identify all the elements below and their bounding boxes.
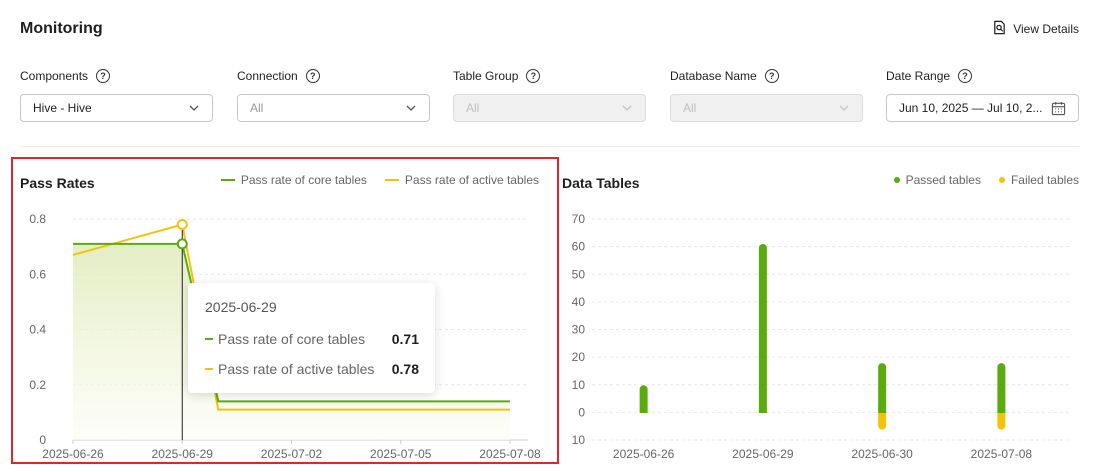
chevron-down-icon — [839, 105, 849, 111]
tooltip-date: 2025-06-29 — [205, 299, 277, 315]
tooltip-row-active: Pass rate of active tables 0.78 — [205, 354, 419, 384]
failed-bar — [878, 413, 887, 430]
question-circle-icon[interactable]: ? — [305, 69, 320, 83]
filter-connection: Connection? All — [237, 68, 430, 122]
tooltip-row-core: Pass rate of core tables 0.71 — [205, 324, 419, 354]
legend-dot-yellow — [998, 177, 1005, 183]
database-name-select[interactable]: All — [670, 94, 863, 122]
question-circle-icon[interactable]: ? — [764, 69, 779, 83]
legend-label: Passed tables — [905, 173, 981, 187]
y-tick-label: 10 — [572, 433, 586, 447]
y-tick-label: 20 — [572, 350, 586, 364]
failed-bar-cap — [878, 413, 887, 417]
passed-bar — [639, 385, 648, 413]
tooltip-label: Pass rate of core tables — [218, 331, 366, 347]
filter-label: Date Range — [886, 69, 951, 83]
y-tick-label: 40 — [572, 295, 586, 309]
passed-bar-base — [997, 409, 1006, 413]
select-value: Jun 10, 2025 — Jul 10, 2... — [899, 101, 1043, 115]
question-circle-icon[interactable]: ? — [958, 69, 973, 83]
pass-rates-legend: Pass rate of core tables Pass rate of ac… — [220, 173, 539, 187]
passed-bar-base — [758, 409, 767, 413]
legend-label: Pass rate of core tables — [240, 173, 367, 187]
legend-label: Pass rate of active tables — [404, 173, 539, 187]
passed-bar — [758, 243, 767, 413]
chevron-down-icon — [189, 105, 199, 111]
select-value: All — [683, 101, 697, 115]
y-tick-label: 70 — [572, 212, 586, 226]
legend-label: Failed tables — [1010, 173, 1079, 187]
filter-components: Components? Hive - Hive — [20, 68, 213, 122]
filter-label: Table Group — [453, 69, 519, 83]
date-range-picker[interactable]: Jun 10, 2025 — Jul 10, 2... — [886, 94, 1079, 122]
filter-label: Connection — [237, 69, 298, 83]
legend-item-active[interactable]: Pass rate of active tables — [384, 173, 539, 187]
view-details-button[interactable]: View Details — [992, 20, 1079, 38]
chevron-down-icon — [406, 105, 416, 111]
question-circle-icon[interactable]: ? — [96, 69, 111, 83]
data-tables-title: Data Tables — [562, 175, 640, 191]
section-divider — [20, 146, 1079, 147]
failed-bar-cap — [997, 413, 1006, 417]
components-select[interactable]: Hive - Hive — [20, 94, 213, 122]
tooltip-marker-green — [205, 338, 213, 340]
data-tables-legend: Passed tables Failed tables — [893, 173, 1079, 187]
filter-bar: Components? Hive - Hive Connection? All … — [20, 68, 1079, 128]
select-value: All — [250, 101, 264, 115]
select-value: Hive - Hive — [33, 101, 92, 115]
y-tick-label: 0 — [578, 405, 585, 419]
legend-dot-green — [893, 177, 900, 183]
filter-table-group: Table Group? All — [453, 68, 646, 122]
tooltip-label: Pass rate of active tables — [218, 361, 375, 377]
passed-bar — [997, 363, 1006, 413]
legend-line-green — [220, 179, 235, 181]
filter-label: Database Name — [670, 69, 757, 83]
x-tick-label: 2025-06-29 — [732, 447, 794, 461]
legend-item-core[interactable]: Pass rate of core tables — [220, 173, 367, 187]
legend-item-passed[interactable]: Passed tables — [893, 173, 981, 187]
chart-tooltip: 2025-06-29 Pass rate of core tables 0.71… — [188, 283, 435, 393]
failed-bar — [997, 413, 1006, 430]
passed-bar — [878, 363, 887, 413]
table-group-select[interactable]: All — [453, 94, 646, 122]
filter-label: Components — [20, 69, 89, 83]
y-tick-label: 10 — [572, 378, 586, 392]
tooltip-value: 0.78 — [391, 361, 419, 377]
calendar-icon[interactable] — [1051, 101, 1066, 116]
y-tick-label: 60 — [572, 240, 586, 254]
passed-bar-base — [878, 409, 887, 413]
page-title: Monitoring — [20, 20, 103, 37]
x-tick-label: 2025-07-08 — [971, 447, 1033, 461]
chevron-down-icon — [622, 105, 632, 111]
legend-item-failed[interactable]: Failed tables — [998, 173, 1079, 187]
y-tick-label: 50 — [572, 267, 586, 281]
view-details-label: View Details — [1013, 22, 1079, 36]
search-document-icon — [992, 20, 1007, 38]
y-tick-label: 30 — [572, 323, 586, 337]
legend-line-yellow — [384, 179, 399, 181]
x-tick-label: 2025-06-26 — [613, 447, 675, 461]
filter-database-name: Database Name? All — [670, 68, 863, 122]
question-circle-icon[interactable]: ? — [526, 69, 541, 83]
connection-select[interactable]: All — [237, 94, 430, 122]
pass-rates-title: Pass Rates — [20, 175, 95, 191]
passed-bar-base — [639, 409, 648, 413]
tooltip-marker-yellow — [205, 368, 213, 370]
tooltip-value: 0.71 — [391, 331, 419, 347]
filter-date-range: Date Range? Jun 10, 2025 — Jul 10, 2... — [886, 68, 1079, 122]
x-tick-label: 2025-06-30 — [851, 447, 913, 461]
select-value: All — [466, 101, 480, 115]
